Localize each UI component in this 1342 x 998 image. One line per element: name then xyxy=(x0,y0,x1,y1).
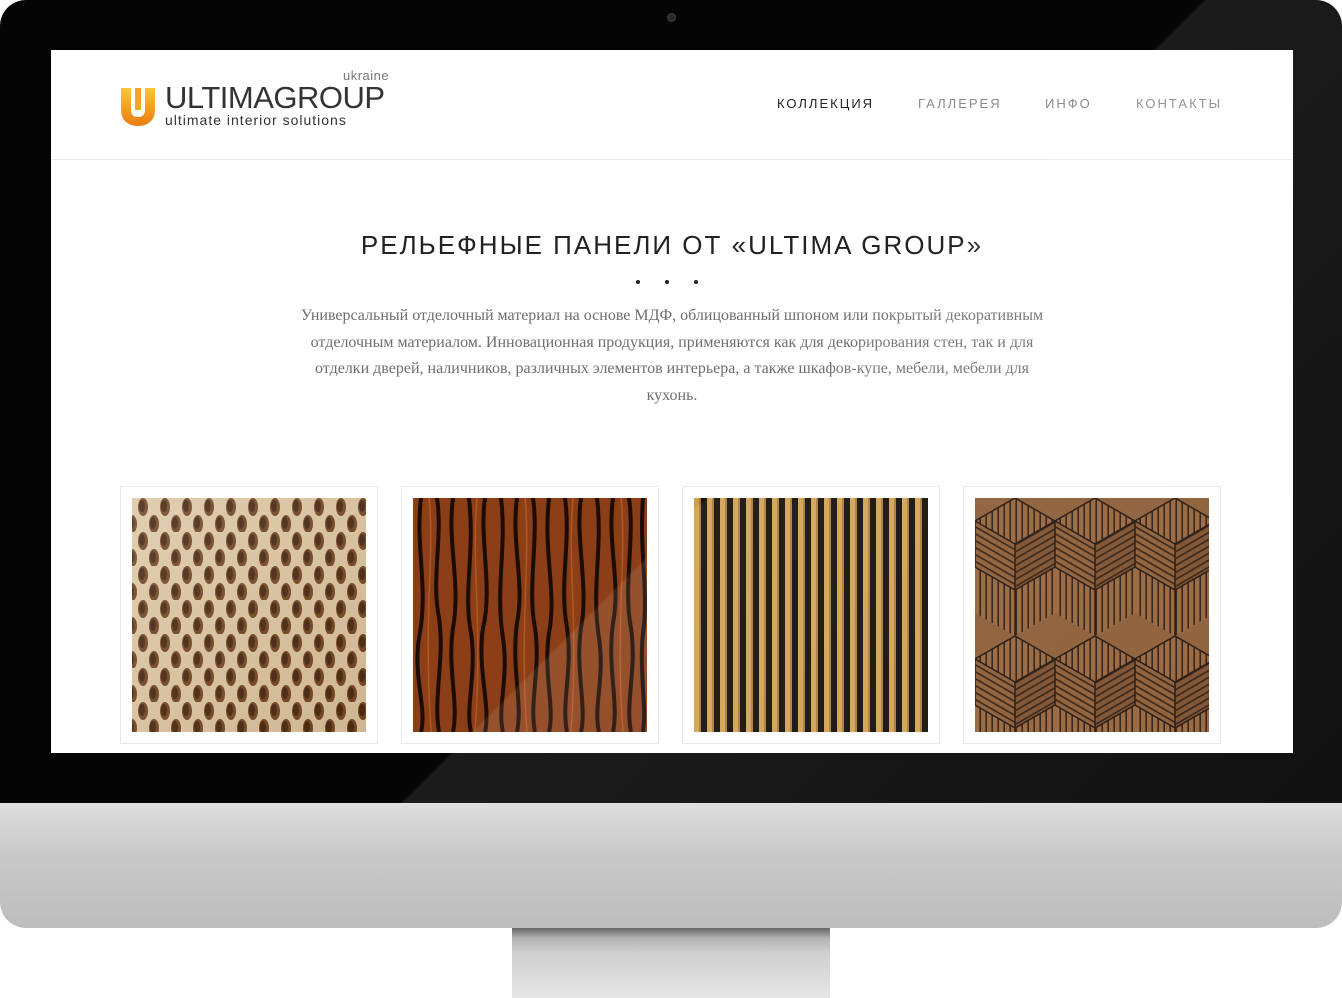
nav-item-contacts[interactable]: КОНТАКТЫ xyxy=(1136,96,1222,111)
title-divider-dots xyxy=(636,280,708,288)
website-screen: ukraine ULTIMAGROUP ultimate interior so… xyxy=(51,50,1293,753)
product-image-wavy xyxy=(413,498,647,732)
logo-name: ULTIMAGROUP xyxy=(165,80,385,115)
product-image-slats xyxy=(694,498,928,732)
monitor-stand-shadow xyxy=(512,928,830,938)
logo-u-icon xyxy=(121,88,155,126)
logo-tagline: ultimate interior solutions xyxy=(165,112,347,128)
site-logo[interactable]: ukraine ULTIMAGROUP ultimate interior so… xyxy=(119,68,419,148)
divider-dot xyxy=(694,280,698,284)
camera-icon xyxy=(667,13,676,22)
nav-item-collection[interactable]: КОЛЛЕКЦИЯ xyxy=(777,96,874,111)
product-image-hexagon xyxy=(975,498,1209,732)
page-title: РЕЛЬЕФНЫЕ ПАНЕЛИ ОТ «ULTIMA GROUP» xyxy=(360,230,984,260)
intro-description: Универсальный отделочный материал на осн… xyxy=(300,307,1044,404)
nav-item-info[interactable]: ИНФО xyxy=(1045,96,1092,111)
nav-item-gallery[interactable]: ГАЛЛЕРЕЯ xyxy=(918,96,1002,111)
site-header: ukraine ULTIMAGROUP ultimate interior so… xyxy=(51,50,1293,160)
monitor-chin xyxy=(0,803,1342,928)
product-card-slats[interactable] xyxy=(682,486,940,744)
divider-dot xyxy=(636,280,640,284)
product-card-perforated[interactable] xyxy=(120,486,378,744)
product-card-hexagon[interactable] xyxy=(963,486,1221,744)
monitor-stand xyxy=(512,928,830,998)
product-card-wavy[interactable] xyxy=(401,486,659,744)
product-image-perforated xyxy=(132,498,366,732)
divider-dot xyxy=(665,280,669,284)
